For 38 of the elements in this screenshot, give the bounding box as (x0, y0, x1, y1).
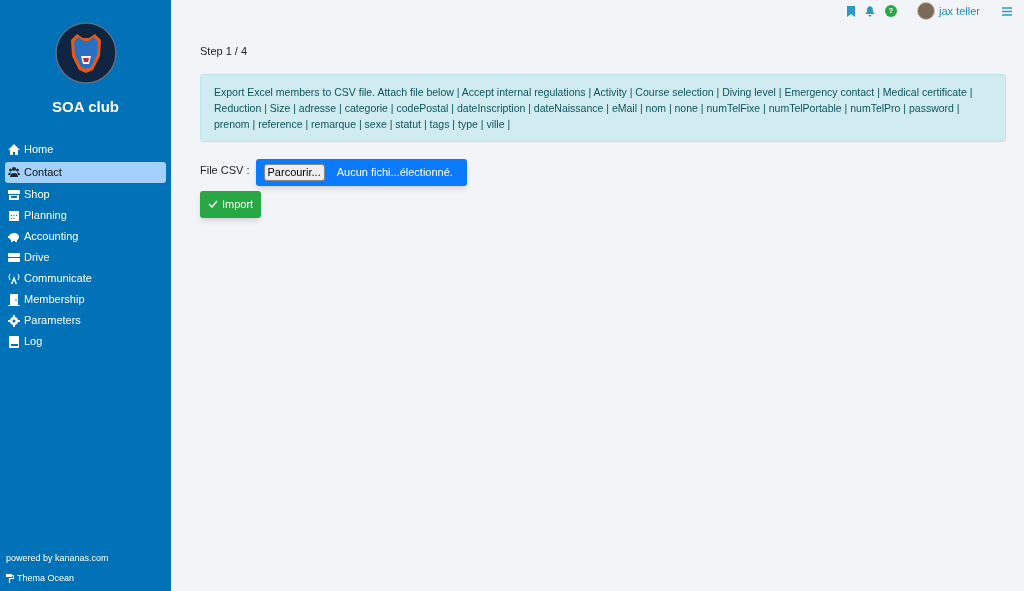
browse-button[interactable]: Parcourir... (263, 163, 325, 181)
hard-drive-icon (8, 251, 20, 264)
door-icon (8, 293, 20, 306)
store-icon (8, 188, 20, 201)
field-label: File CSV : (200, 162, 250, 178)
user-name-link[interactable]: jax teller (939, 2, 980, 20)
menu-icon[interactable] (1002, 6, 1012, 16)
home-icon (8, 143, 20, 156)
powered-by-link[interactable]: powered by kananas.com (6, 552, 165, 566)
sidebar-item[interactable]: Drive (5, 248, 166, 267)
import-button[interactable]: Import (200, 190, 262, 218)
sidebar-item[interactable]: Log (5, 332, 166, 351)
theme-link[interactable]: Thema Ocean (17, 571, 75, 585)
logo-icon (54, 22, 117, 84)
sidebar-item[interactable]: Membership (5, 290, 166, 309)
bookmark-icon[interactable] (847, 5, 856, 17)
avatar[interactable] (917, 2, 936, 20)
help-icon[interactable]: ? (885, 5, 898, 17)
sidebar-item[interactable]: Parameters (5, 311, 166, 330)
sidebar-item[interactable]: Shop (5, 185, 166, 204)
check-icon (208, 200, 218, 208)
info-message: Export Excel members to CSV file. Attach file below | Accept internal regulations | Activity | Course selection | Diving level | Emergency contact | Medical certificate | Reduction | Size | adresse | categorie | codePostal | dateInscription | dateNaissance | eMail | nom | none | numTelFixe | numTelPortable | numTelPro | password | prenom | reference | remarque | sexe | statut | tags | type | ville | (200, 73, 1006, 142)
sidebar-item[interactable]: Home (5, 140, 166, 159)
bell-icon[interactable] (865, 5, 876, 17)
book-icon (8, 335, 20, 348)
sidebar-item[interactable]: Communicate (5, 269, 166, 288)
sidebar-item[interactable]: Planning (5, 206, 166, 225)
file-name: Aucun fichi...électionné. (336, 164, 454, 180)
club-name: SOA club (52, 97, 119, 117)
calendar-icon (8, 209, 20, 222)
file-input[interactable]: Parcourir... Aucun fichi...électionné. (255, 158, 467, 186)
piggy-bank-icon (8, 230, 20, 243)
paint-roller-icon (6, 573, 14, 583)
step-indicator: Step 1 / 4 (200, 44, 249, 59)
broadcast-tower-icon (8, 272, 20, 285)
users-icon (8, 166, 20, 178)
sidebar-item[interactable]: Accounting (5, 227, 166, 246)
sidebar-item[interactable]: Contact (5, 161, 166, 183)
